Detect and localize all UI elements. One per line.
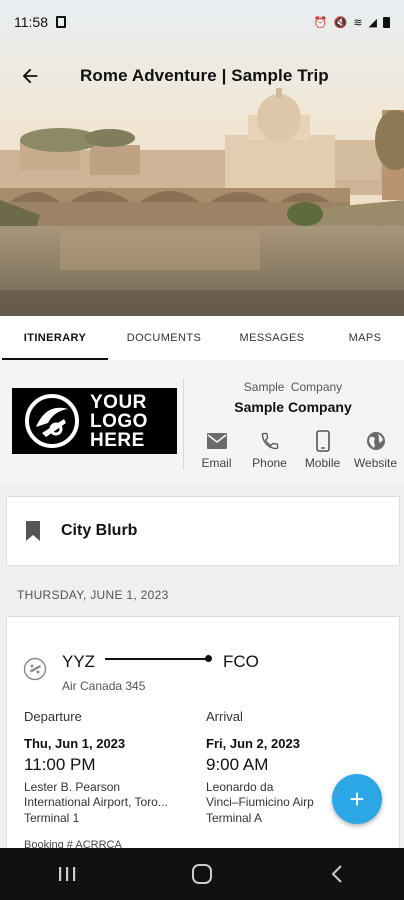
email-button[interactable]: Email — [190, 430, 243, 470]
sim-icon — [56, 16, 66, 28]
company-logo: YOUR LOGO HERE — [12, 388, 177, 454]
status-time: 11:58 — [14, 14, 48, 30]
page-title: Rome Adventure | Sample Trip — [80, 66, 329, 85]
wifi-icon: ≋ — [353, 16, 363, 29]
tab-messages[interactable]: MESSAGES — [218, 316, 326, 360]
website-button[interactable]: Website — [349, 430, 402, 470]
date-header: THURSDAY, JUNE 1, 2023 — [17, 588, 169, 602]
back-button[interactable] — [0, 54, 60, 98]
arrival-airport: Leonardo da Vinci–Fiumicino Airp — [206, 780, 314, 809]
company-subtitle: Sample Company — [243, 380, 343, 394]
home-icon — [191, 864, 212, 884]
departure-airport: Lester B. Pearson International Airport,… — [24, 780, 168, 809]
departure-terminal: Terminal 1 — [24, 811, 80, 825]
hero-image — [0, 0, 404, 316]
departure-column: Departure Thu, Jun 1, 2023 11:00 PM Lest… — [24, 709, 194, 825]
mobile-icon — [315, 430, 330, 452]
globe-icon — [366, 432, 385, 450]
arrival-time: 9:00 AM — [206, 755, 269, 774]
flight-card[interactable]: YYZ FCO Air Canada 345 Departure Thu, Ju… — [6, 616, 400, 856]
destination-airport: FCO — [223, 652, 259, 671]
status-bar: 11:58 ⏰ 🔇 ≋ ◢ — [0, 0, 404, 44]
website-label: Website — [353, 456, 398, 470]
departure-label: Departure — [24, 709, 82, 724]
route-dot — [205, 655, 212, 662]
back-nav-button[interactable] — [307, 848, 367, 900]
status-icons: ⏰ 🔇 ≋ ◢ — [314, 16, 390, 29]
home-button[interactable] — [172, 848, 232, 900]
mobile-button[interactable]: Mobile — [296, 430, 349, 470]
arrival-terminal: Terminal A — [206, 811, 263, 825]
logo-text: YOUR LOGO HERE — [90, 391, 148, 451]
mute-icon: 🔇 — [333, 16, 348, 29]
phone-button[interactable]: Phone — [243, 430, 296, 470]
company-card: YOUR LOGO HERE Sample Company Sample Com… — [0, 360, 404, 484]
mobile-label: Mobile — [304, 456, 341, 470]
departure-date: Thu, Jun 1, 2023 — [24, 736, 126, 751]
contact-actions: Email Phone Mobile Website — [190, 430, 404, 470]
route-line — [105, 658, 208, 660]
phone-label: Phone — [252, 456, 287, 470]
city-blurb-label: City Blurb — [61, 522, 138, 539]
logo-mark-icon — [22, 391, 82, 451]
recent-apps-icon — [59, 867, 76, 881]
tab-itinerary[interactable]: ITINERARY — [0, 316, 110, 360]
alarm-icon: ⏰ — [313, 16, 328, 29]
divider — [183, 378, 184, 470]
company-name: Sample Company — [234, 399, 352, 415]
arrival-date: Fri, Jun 2, 2023 — [206, 736, 300, 751]
bookmark-icon — [26, 521, 40, 541]
airline-logo-icon — [23, 657, 47, 686]
email-label: Email — [201, 456, 232, 470]
arrow-left-icon — [22, 68, 38, 84]
plus-icon: + — [349, 783, 365, 814]
airline-flight: Air Canada 345 — [62, 679, 146, 693]
departure-time: 11:00 PM — [24, 755, 96, 774]
battery-icon — [383, 16, 390, 28]
system-nav-bar — [0, 848, 404, 900]
add-button[interactable]: + — [332, 774, 382, 824]
origin-airport: YYZ — [62, 652, 96, 671]
tab-maps[interactable]: MAPS — [326, 316, 404, 360]
signal-icon: ◢ — [368, 16, 377, 29]
arrival-column: Arrival Fri, Jun 2, 2023 9:00 AM Leonard… — [206, 709, 340, 825]
chevron-left-icon — [331, 865, 342, 883]
phone-icon — [261, 432, 278, 450]
recent-apps-button[interactable] — [37, 848, 97, 900]
city-blurb-card[interactable]: City Blurb — [6, 496, 400, 566]
arrival-label: Arrival — [206, 709, 243, 724]
tab-bar: ITINERARY DOCUMENTS MESSAGES MAPS — [0, 316, 404, 360]
tab-documents[interactable]: DOCUMENTS — [110, 316, 218, 360]
email-icon — [206, 433, 227, 449]
app-bar: Rome Adventure | Sample Trip — [0, 54, 404, 98]
